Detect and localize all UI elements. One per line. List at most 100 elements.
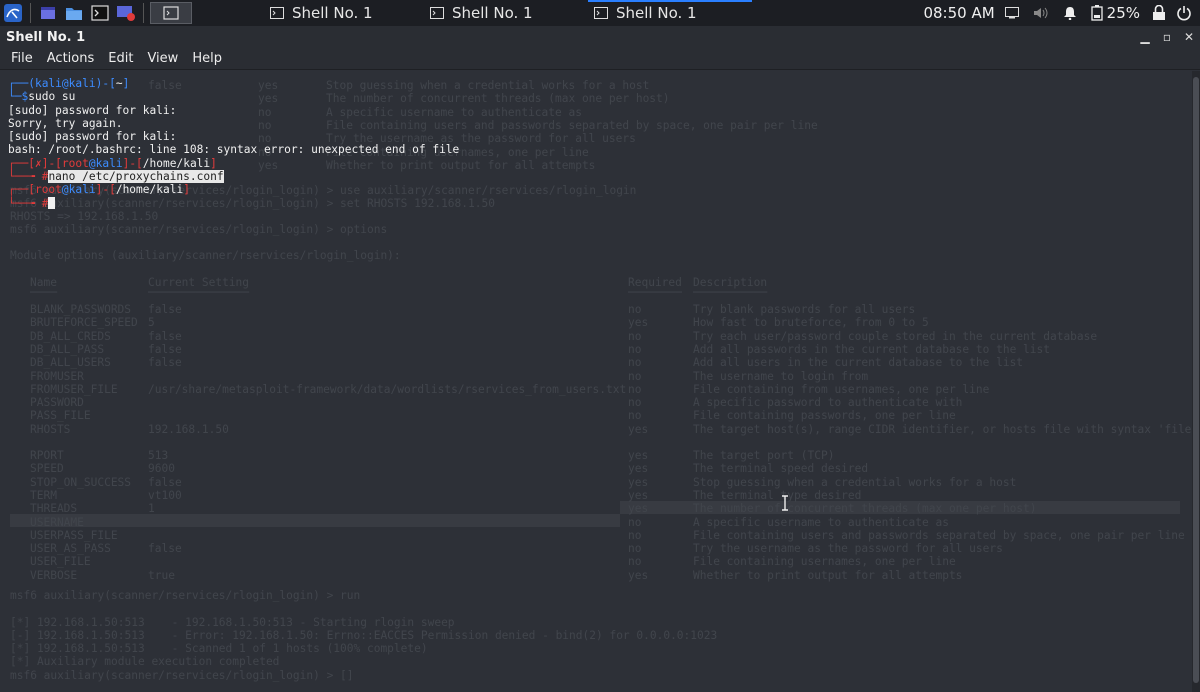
ghost-option-name: DB_ALL_CREDS [30,329,111,343]
ghost-option-desc: File containing passwords, one per line [693,409,956,423]
close-icon[interactable]: ✕ [1178,30,1200,44]
ghost-option-name: THREADS [30,502,78,516]
taskbar-separator [143,3,144,23]
ghost-option-required: no [628,303,642,316]
taskbar: Shell No. 1 Shell No. 1 Shell No. 1 08:5… [0,0,1200,26]
kali-menu-icon[interactable] [0,0,26,26]
ghost-option-desc: File containing users and passwords sepa… [693,528,1185,542]
task-label: Shell No. 1 [292,4,373,22]
ghost-option-desc: Add all passwords in the current databas… [693,342,1050,356]
ghost-option-name: USER_FILE [30,555,91,569]
ghost-option-required: no [628,555,642,569]
maximize-icon[interactable]: ▫ [1156,30,1178,44]
ghost-option-setting: false [148,356,182,370]
ghost-option-required: no [628,369,642,383]
task-label: Shell No. 1 [452,4,533,22]
menu-view[interactable]: View [140,51,185,66]
ghost-option-setting: true [148,568,175,582]
ghost-option-required: yes [628,316,649,330]
ghost-option-desc: Add all users in the current database to… [693,356,1024,370]
ghost-option-setting: false [148,475,182,489]
minimize-icon[interactable]: ▁ [1134,30,1156,44]
ghost-option-setting: false [148,329,182,343]
power-icon[interactable] [1176,5,1192,21]
file-manager-icon[interactable] [61,0,87,26]
ghost-option-setting: 1 [148,502,155,516]
command-line: └─$sudo su [8,90,76,104]
task-shell-1[interactable]: Shell No. 1 [264,0,424,26]
ghost-option-name: FROMUSER_FILE [30,382,118,396]
ghost-option-required: no [628,356,642,370]
ghost-option-setting: 9600 [148,462,175,476]
notification-bell-icon[interactable] [1063,6,1077,20]
window-title: Shell No. 1 [6,29,86,45]
scrollbar-thumb[interactable] [1193,77,1199,683]
battery-percent: 25% [1106,4,1140,22]
ghost-option-desc: The number of concurrent threads (max on… [693,502,1037,516]
clock[interactable]: 08:50 AM [923,4,994,22]
lock-icon[interactable] [1152,5,1166,21]
ghost-option-name: DB_ALL_USERS [30,356,111,370]
battery-icon[interactable] [1091,5,1103,21]
active-command-line[interactable]: └──╼ # [8,196,459,210]
screen-recorder-icon[interactable] [113,0,139,26]
taskbar-separator [30,3,31,23]
ghost-option-desc: File containing usernames, one per line [693,555,956,569]
ghost-option-required: yes [628,462,649,476]
task-shell-2[interactable]: Shell No. 1 [424,0,588,26]
terminal-icon [594,7,608,19]
menu-file[interactable]: File [4,51,40,66]
ghost-underline: ─────────── [693,286,768,299]
ghost-option-required: yes [628,568,649,582]
text-cursor [48,196,56,209]
terminal-icon [270,7,284,19]
ghost-option-required: yes [628,449,649,462]
menu-edit[interactable]: Edit [101,51,140,66]
ghost-option-required: no [628,342,642,356]
ghost-output: [-] 192.168.1.50:513 - Error: 192.168.1.… [10,629,718,642]
ghost-option-desc: A specific password to authenticate with [693,396,963,410]
ghost-run-cmd: msf6 auxiliary(scanner/rservices/rlogin_… [10,589,361,602]
menu-help[interactable]: Help [185,51,229,66]
ghost-option-desc: A specific username to authenticate as [693,515,949,529]
task-shell-3-active[interactable]: Shell No. 1 [588,0,752,26]
ghost-option-required: no [628,382,642,396]
ghost-option-name: RHOSTS [30,422,71,436]
output-line: [sudo] password for kali: [8,103,177,117]
output-line: Sorry, try again. [8,116,123,130]
terminal-area[interactable]: false yes Stop guessing when a credential … [0,71,1200,692]
menu-actions[interactable]: Actions [40,51,102,66]
ghost-underline: ─────────────── [148,286,250,299]
volume-icon[interactable] [1033,6,1049,20]
workspace-switcher[interactable] [150,2,192,24]
ghost-output: [*] 192.168.1.50:513 - 192.168.1.50:513 … [10,616,455,629]
scrollbar[interactable] [1192,71,1200,692]
prompt-line: ┌──(kali@kali)-[~] [8,77,130,90]
show-desktop-icon[interactable] [35,0,61,26]
window-controls: ▁ ▫ ✕ [1134,30,1200,44]
ghost-option-name: USER_AS_PASS [30,542,111,556]
ghost-option-required: no [628,542,642,556]
ghost-option-setting: false [148,303,182,316]
ghost-option-required: no [628,409,642,423]
ghost-option-required: yes [628,422,649,436]
ghost-option-setting: 5 [148,316,155,330]
ghost-option-required: yes [628,502,649,516]
ghost-highlight-row [10,514,620,527]
ghost-option-name: TERM [30,488,57,502]
ghost-option-name: RPORT [30,449,64,462]
ghost-option-desc: The username to login from [693,369,869,383]
ghost-underline: ──── [30,286,57,299]
ghost-option-required: no [628,515,642,529]
ghost-option-name: FROMUSER [30,369,84,383]
terminal-launcher-icon[interactable] [87,0,113,26]
terminal-icon [430,7,444,19]
ghost-option-required: yes [628,475,649,489]
display-icon[interactable] [1004,7,1019,19]
menu-bar: File Actions Edit View Help [0,48,1200,70]
ghost-option-desc: Try blank passwords for all users [693,303,916,316]
ghost-output: [*] 192.168.1.50:513 - Scanned 1 of 1 ho… [10,642,428,655]
ghost-option-setting: false [148,542,182,556]
ghost-option-desc: Whether to print output for all attempts [693,568,963,582]
ghost-option-desc: Try each user/password couple stored in … [693,329,1098,343]
